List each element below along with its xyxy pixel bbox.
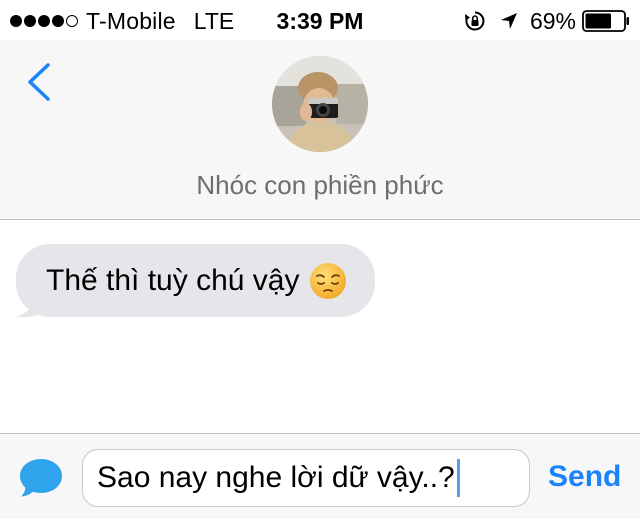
chat-bubble-icon[interactable] [18,455,64,501]
avatar-photo [272,56,368,152]
message-bubble: Thế thì tuỳ chú vậy [16,244,376,317]
message-composer: Sao nay nghe lời dữ vậy..? Send [0,433,640,519]
text-cursor [456,459,460,497]
status-bar: T-Mobile LTE 3:39 PM 69% [0,0,640,40]
pensive-face-emoji [310,262,347,299]
message-input[interactable]: Sao nay nghe lời dữ vậy..? [82,449,530,507]
incoming-message[interactable]: Thế thì tuỳ chú vậy [16,244,376,318]
contact-avatar[interactable] [272,56,368,152]
message-input-text: Sao nay nghe lời dữ vậy..? [97,461,455,494]
send-button[interactable]: Send [548,460,621,494]
battery-fill [585,13,611,29]
location-arrow-icon [500,13,517,29]
message-text: Thế thì tuỳ chú vậy [46,263,300,297]
contact-name[interactable]: Nhóc con phiền phức [0,170,640,201]
battery-icon [582,10,629,32]
conversation-header: Nhóc con phiền phức [0,40,640,220]
status-right: 69% [464,8,630,34]
rotation-lock-icon [464,11,485,31]
chevron-left-icon[interactable] [24,62,54,102]
battery-percentage: 69% [529,7,576,34]
